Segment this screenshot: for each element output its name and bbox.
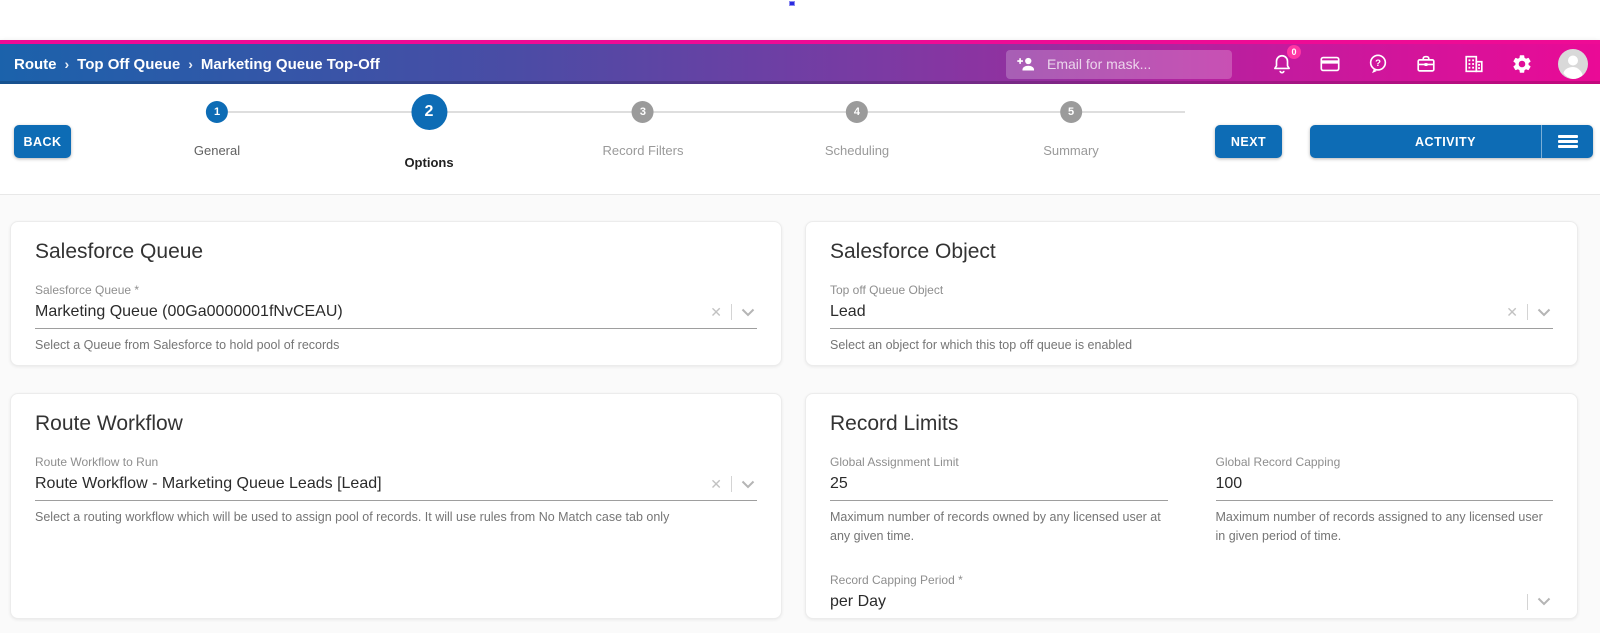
field-helper: Maximum number of records owned by any l… bbox=[830, 510, 1161, 544]
activity-button[interactable]: ACTIVITY bbox=[1310, 125, 1593, 158]
divider bbox=[1527, 593, 1528, 610]
field-label: Record Capping Period * bbox=[830, 572, 963, 587]
step-summary[interactable]: 5 Summary bbox=[1043, 84, 1099, 158]
breadcrumb-separator: › bbox=[188, 56, 193, 72]
field-helper: Select an object for which this top off … bbox=[830, 338, 1133, 352]
step-summary-circle: 5 bbox=[1060, 101, 1082, 123]
notification-badge: 0 bbox=[1287, 45, 1301, 59]
global-assignment-limit-input[interactable]: 25 bbox=[830, 469, 1168, 501]
global-assignment-limit-field: Global Assignment Limit 25 Maximum numbe… bbox=[830, 455, 1168, 547]
clear-icon[interactable]: ✕ bbox=[710, 477, 722, 491]
salesforce-queue-field: Salesforce Queue * Marketing Queue (00Ga… bbox=[35, 283, 757, 355]
record-capping-period-field: Record Capping Period * per Day bbox=[830, 572, 1553, 618]
top-off-queue-object-field: Top off Queue Object Lead ✕ Select an ob… bbox=[830, 283, 1553, 355]
record-limits-grid: Global Assignment Limit 25 Maximum numbe… bbox=[830, 436, 1553, 547]
record-capping-period-select[interactable]: per Day bbox=[830, 587, 1553, 618]
building-icon[interactable] bbox=[1462, 52, 1486, 76]
breadcrumb-item-current: Marketing Queue Top-Off bbox=[200, 55, 380, 73]
step-scheduling-circle: 4 bbox=[845, 101, 868, 123]
breadcrumb: Route › Top Off Queue › Marketing Queue … bbox=[0, 56, 380, 73]
person-add-icon bbox=[1016, 54, 1037, 75]
card-salesforce-queue: Salesforce Queue Salesforce Queue * Mark… bbox=[10, 221, 782, 366]
field-value: Lead bbox=[830, 303, 866, 320]
step-options-label: Options bbox=[404, 155, 454, 170]
field-value: 100 bbox=[1215, 475, 1243, 492]
field-label: Route Workflow to Run bbox=[35, 455, 159, 469]
field-helper: Select a routing workflow which will be … bbox=[35, 510, 670, 524]
email-mask-inputbox[interactable] bbox=[1006, 49, 1232, 79]
step-summary-label: Summary bbox=[1043, 143, 1099, 158]
step-record-filters-label: Record Filters bbox=[602, 143, 684, 158]
card-title: Route Workflow bbox=[35, 412, 183, 435]
top-off-queue-object-select[interactable]: Lead ✕ bbox=[830, 297, 1553, 329]
clear-icon[interactable]: ✕ bbox=[1506, 305, 1518, 319]
divider bbox=[731, 304, 732, 320]
card-title: Salesforce Object bbox=[830, 240, 996, 263]
field-value: Marketing Queue (00Ga0000001fNvCEAU) bbox=[35, 303, 343, 320]
step-general[interactable]: 1 General bbox=[194, 84, 240, 158]
route-workflow-field: Route Workflow to Run Route Workflow - M… bbox=[35, 455, 757, 527]
breadcrumb-separator: › bbox=[64, 56, 70, 72]
step-scheduling-label: Scheduling bbox=[824, 143, 890, 158]
favicon-artifact-dot bbox=[789, 1, 795, 6]
field-label: Salesforce Queue * bbox=[35, 283, 140, 297]
field-label: Global Assignment Limit bbox=[830, 455, 959, 469]
card-grid: Salesforce Queue Salesforce Queue * Mark… bbox=[10, 221, 1578, 619]
activity-button-label: ACTIVITY bbox=[1415, 134, 1476, 149]
step-general-circle: 1 bbox=[206, 101, 228, 123]
global-record-capping-field: Global Record Capping 100 Maximum number… bbox=[1215, 455, 1553, 547]
chevron-down-icon[interactable] bbox=[1537, 597, 1551, 606]
clear-icon[interactable]: ✕ bbox=[710, 305, 722, 319]
back-button[interactable]: BACK bbox=[14, 125, 71, 158]
card-title: Record Limits bbox=[830, 412, 959, 435]
chevron-down-icon[interactable] bbox=[741, 480, 755, 489]
wizard-stepper: BACK 1 General 2 Options 3 Record Filter… bbox=[0, 84, 1600, 195]
field-value: Route Workflow - Marketing Queue Leads [… bbox=[35, 475, 382, 492]
step-options-circle: 2 bbox=[410, 94, 447, 130]
breadcrumb-item-route[interactable]: Route bbox=[14, 56, 57, 73]
card-icon[interactable] bbox=[1318, 52, 1342, 76]
breadcrumb-item-top-off-queue[interactable]: Top Off Queue bbox=[77, 56, 180, 73]
notifications-bell-icon[interactable]: 0 bbox=[1270, 45, 1301, 76]
field-value: 25 bbox=[830, 475, 848, 492]
field-label: Top off Queue Object bbox=[830, 283, 944, 297]
chevron-down-icon[interactable] bbox=[1537, 308, 1551, 317]
avatar[interactable] bbox=[1558, 49, 1588, 79]
email-mask-input[interactable] bbox=[1047, 56, 1222, 72]
salesforce-queue-select[interactable]: Marketing Queue (00Ga0000001fNvCEAU) ✕ bbox=[35, 297, 757, 329]
step-scheduling[interactable]: 4 Scheduling bbox=[825, 84, 889, 158]
step-general-label: General bbox=[193, 143, 241, 158]
route-workflow-select[interactable]: Route Workflow - Marketing Queue Leads [… bbox=[35, 469, 757, 501]
svg-text:?: ? bbox=[1375, 58, 1381, 69]
next-button[interactable]: NEXT bbox=[1215, 125, 1282, 158]
global-record-capping-input[interactable]: 100 bbox=[1215, 469, 1553, 501]
field-value: per Day bbox=[830, 592, 887, 610]
top-strip bbox=[0, 0, 1600, 40]
page-content: Salesforce Queue Salesforce Queue * Mark… bbox=[0, 195, 1600, 633]
activity-menu-toggle[interactable] bbox=[1541, 125, 1593, 158]
step-record-filters-circle: 3 bbox=[631, 101, 654, 123]
hamburger-icon bbox=[1557, 133, 1578, 150]
divider bbox=[1527, 304, 1528, 320]
step-record-filters[interactable]: 3 Record Filters bbox=[602, 84, 684, 158]
step-options[interactable]: 2 Options bbox=[404, 84, 454, 170]
field-helper: Select a Queue from Salesforce to hold p… bbox=[35, 338, 340, 352]
card-record-limits: Record Limits Global Assignment Limit 25… bbox=[805, 393, 1578, 619]
field-label: Global Record Capping bbox=[1215, 455, 1341, 469]
chevron-down-icon[interactable] bbox=[741, 308, 755, 317]
gear-icon[interactable] bbox=[1510, 52, 1534, 76]
app-header: Route › Top Off Queue › Marketing Queue … bbox=[0, 40, 1600, 84]
divider bbox=[731, 476, 732, 492]
stepper-connector-line bbox=[217, 111, 1185, 113]
field-helper: Maximum number of records assigned to an… bbox=[1215, 510, 1543, 544]
card-title: Salesforce Queue bbox=[35, 240, 204, 263]
briefcase-icon[interactable] bbox=[1414, 52, 1438, 76]
header-actions: 0 ? bbox=[1006, 44, 1588, 84]
help-icon[interactable]: ? bbox=[1366, 52, 1390, 76]
card-route-workflow: Route Workflow Route Workflow to Run Rou… bbox=[10, 393, 782, 619]
card-salesforce-object: Salesforce Object Top off Queue Object L… bbox=[805, 221, 1578, 366]
